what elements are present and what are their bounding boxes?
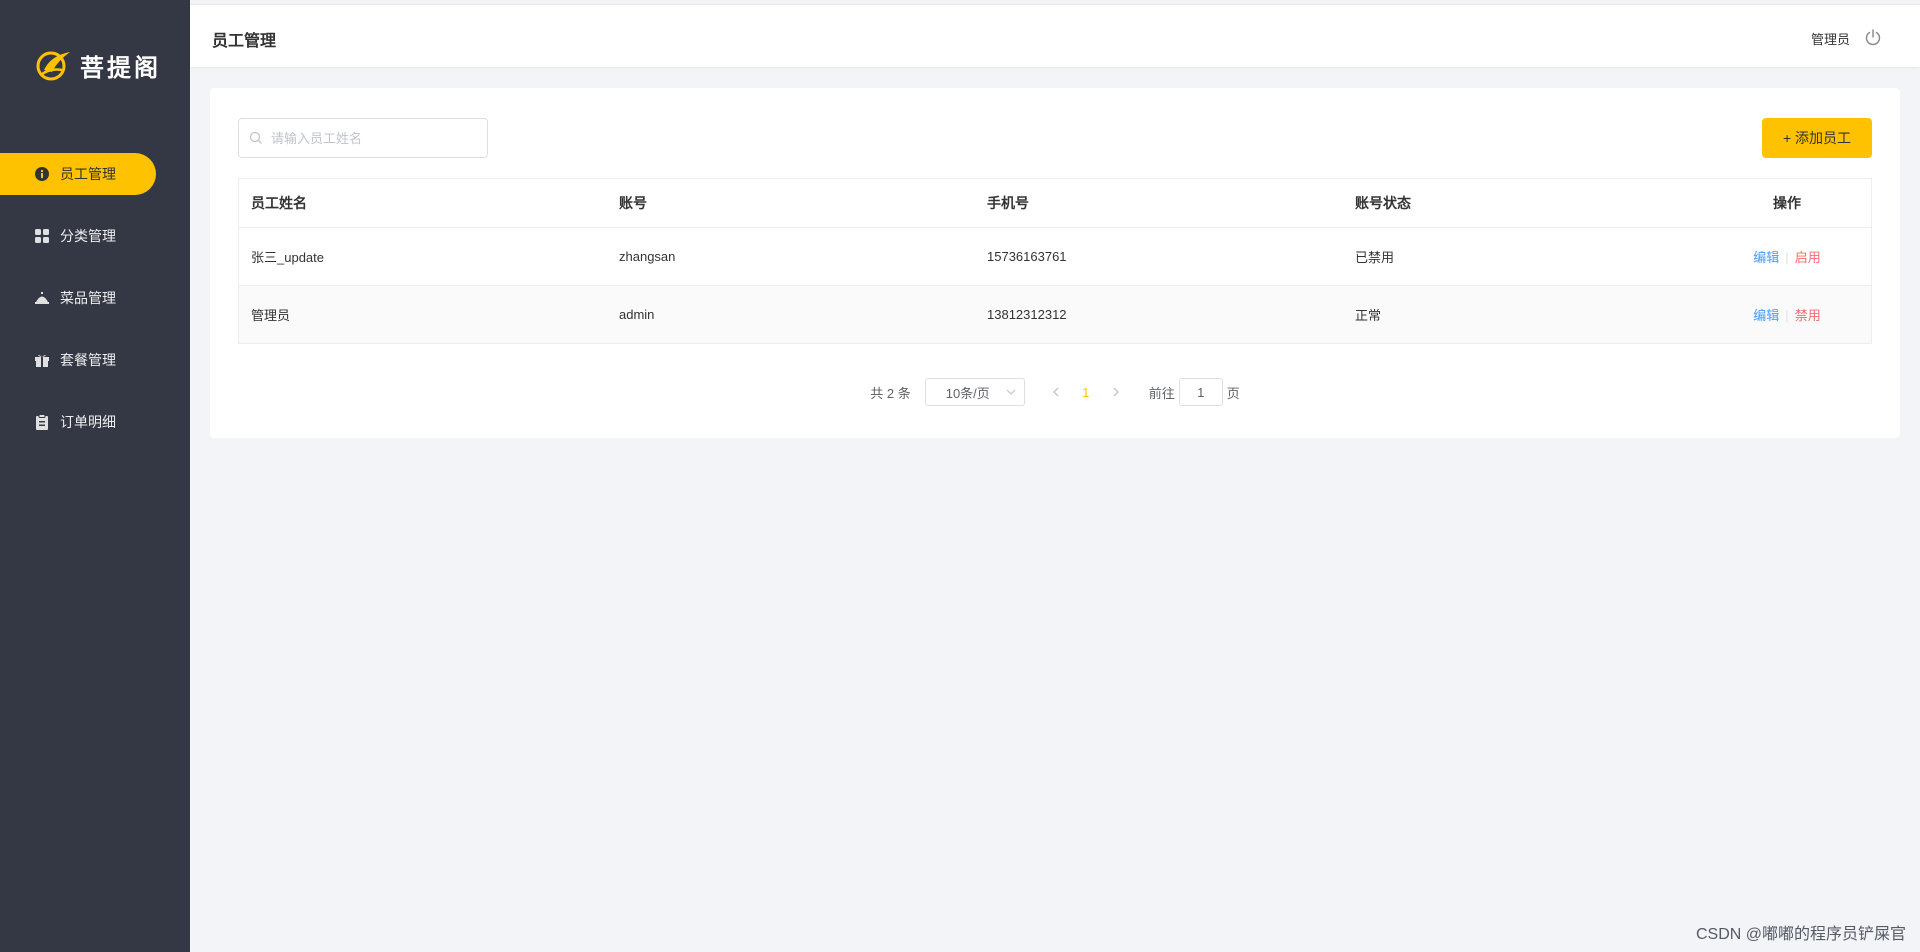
page-number[interactable]: 1 xyxy=(1071,385,1101,400)
employee-table: 员工姓名 账号 手机号 账号状态 操作 张三_update zhangsan 1… xyxy=(238,178,1872,344)
employee-status: 正常 xyxy=(1355,308,1382,323)
chevron-down-icon xyxy=(1006,389,1016,395)
sidebar-item-employees[interactable]: 员工管理 xyxy=(0,153,156,195)
employee-name: 张三_update xyxy=(251,250,324,265)
current-user: 管理员 xyxy=(1810,32,1850,47)
logo-icon xyxy=(36,51,70,81)
row-actions: 编辑 | 启用 xyxy=(1673,247,1871,266)
page-title: 员工管理 xyxy=(212,33,277,50)
employee-name: 管理员 xyxy=(251,308,291,323)
table-row: 管理员 admin 13812312312 正常 编辑 | 禁用 xyxy=(239,286,1871,343)
sidebar-item-label: 套餐管理 xyxy=(60,352,116,368)
column-header: 账号 xyxy=(619,195,647,211)
grid-icon xyxy=(34,228,50,244)
employee-card: + 添加员工 员工姓名 账号 手机号 账号状态 操作 张三_update zha… xyxy=(210,88,1900,438)
chevron-right-icon xyxy=(1113,387,1119,397)
sidebar: 菩提阁 员工管理 分类管理 菜品管理 套餐管理 订单明细 xyxy=(0,0,190,952)
column-header: 账号状态 xyxy=(1355,195,1411,211)
edit-button[interactable]: 编辑 xyxy=(1753,308,1779,323)
employee-status: 已禁用 xyxy=(1355,250,1395,265)
sidebar-nav: 员工管理 分类管理 菜品管理 套餐管理 订单明细 xyxy=(0,153,190,463)
goto-label: 前往 xyxy=(1148,385,1175,401)
power-icon[interactable] xyxy=(1864,28,1882,46)
total-count: 共 2 条 xyxy=(870,385,911,401)
sidebar-item-orders[interactable]: 订单明细 xyxy=(0,401,156,443)
search-box[interactable] xyxy=(238,118,488,158)
goto-page: 前往 页 xyxy=(1149,378,1240,406)
employee-account: zhangsan xyxy=(619,249,676,264)
enable-button[interactable]: 启用 xyxy=(1795,250,1821,265)
sidebar-item-dishes[interactable]: 菜品管理 xyxy=(0,277,156,319)
row-actions: 编辑 | 禁用 xyxy=(1673,305,1871,324)
brand-name: 菩提阁 xyxy=(80,52,161,82)
clipboard-icon xyxy=(34,414,50,430)
sidebar-item-label: 订单明细 xyxy=(60,414,116,430)
add-employee-button[interactable]: + 添加员工 xyxy=(1762,118,1872,158)
column-header: 员工姓名 xyxy=(251,195,307,211)
next-page-button[interactable] xyxy=(1101,378,1131,406)
goto-page-input[interactable] xyxy=(1178,378,1223,406)
disable-button[interactable]: 禁用 xyxy=(1795,308,1821,323)
sidebar-item-label: 员工管理 xyxy=(60,166,116,182)
sidebar-item-combos[interactable]: 套餐管理 xyxy=(0,339,156,381)
employee-phone: 15736163761 xyxy=(987,249,1067,264)
top-header: 员工管理 管理员 xyxy=(190,4,1920,67)
chevron-left-icon xyxy=(1052,387,1059,397)
column-header: 操作 xyxy=(1773,195,1801,211)
employee-phone: 13812312312 xyxy=(987,307,1067,322)
watermark: CSDN @嘟嘟的程序员铲屎官 xyxy=(1695,926,1906,943)
gift-icon xyxy=(34,352,50,368)
food-cover-icon xyxy=(34,290,50,306)
employee-account: admin xyxy=(619,307,655,322)
sidebar-item-categories[interactable]: 分类管理 xyxy=(0,215,156,257)
brand-logo[interactable]: 菩提阁 xyxy=(34,48,161,82)
pagination: 共 2 条 10条/页 1 前往 页 xyxy=(210,378,1900,406)
table-header-row: 员工姓名 账号 手机号 账号状态 操作 xyxy=(239,179,1871,228)
action-divider: | xyxy=(1785,250,1789,265)
search-input[interactable] xyxy=(269,129,473,147)
table-row: 张三_update zhangsan 15736163761 已禁用 编辑 | 启用 xyxy=(239,228,1871,286)
page-size-select[interactable]: 10条/页 xyxy=(924,378,1025,406)
info-circle-icon xyxy=(34,166,50,182)
sidebar-item-label: 菜品管理 xyxy=(60,290,116,306)
page-size-value: 10条/页 xyxy=(945,385,990,401)
action-divider: | xyxy=(1785,308,1789,323)
prev-page-button[interactable] xyxy=(1041,378,1071,406)
edit-button[interactable]: 编辑 xyxy=(1753,250,1779,265)
search-icon xyxy=(249,131,262,144)
column-header: 手机号 xyxy=(987,195,1029,211)
page-suffix: 页 xyxy=(1226,385,1240,401)
sidebar-item-label: 分类管理 xyxy=(60,228,116,244)
